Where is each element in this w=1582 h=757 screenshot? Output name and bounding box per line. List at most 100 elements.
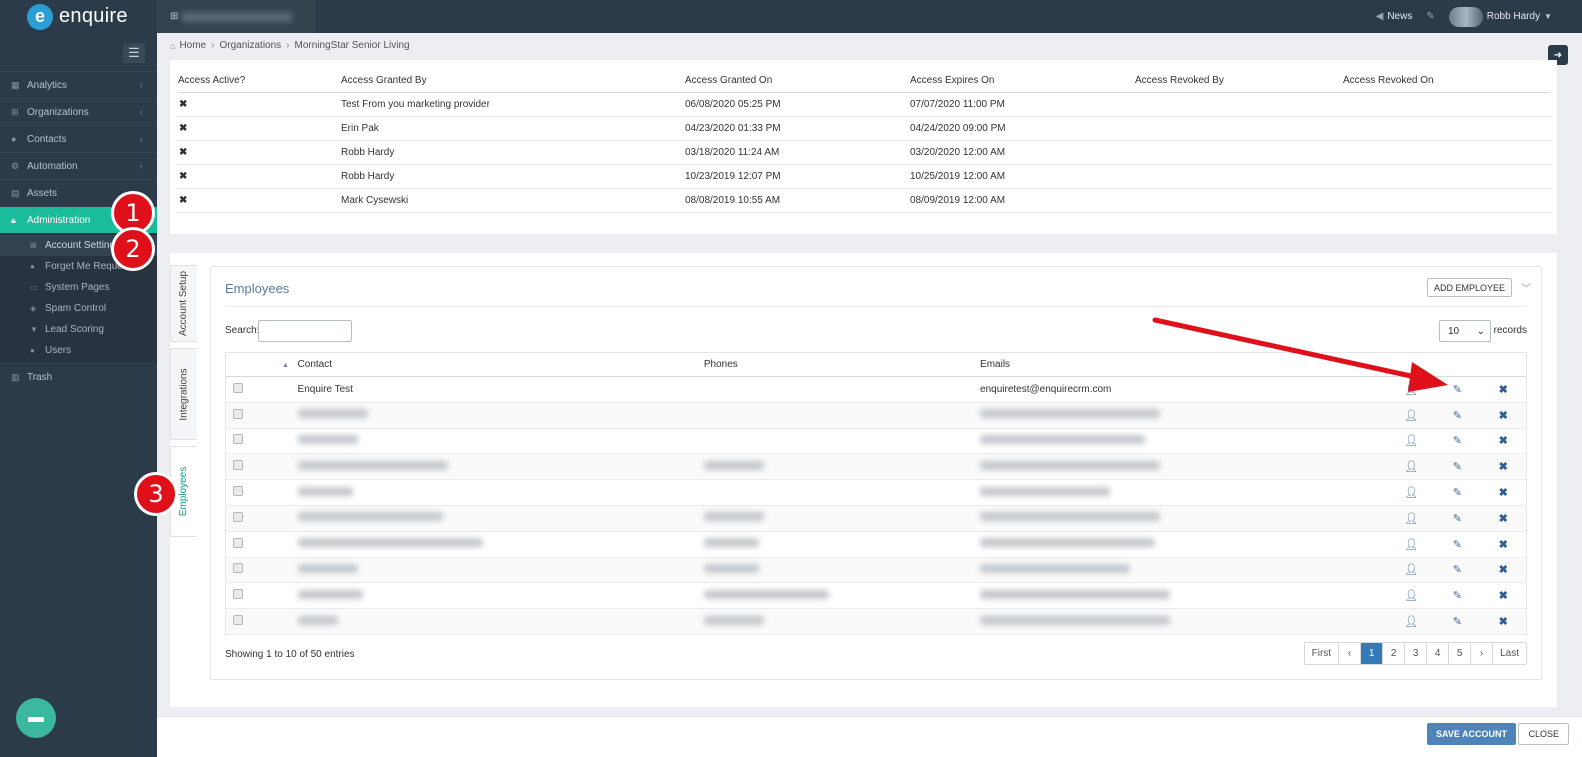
- search-input[interactable]: [258, 320, 352, 342]
- user-icon[interactable]: 👤︎: [1404, 461, 1418, 473]
- user-plus-icon[interactable]: 👤︎: [1404, 590, 1418, 602]
- close-icon[interactable]: ✖: [1499, 539, 1508, 551]
- row-checkbox[interactable]: [233, 486, 243, 497]
- col-contact[interactable]: Contact: [297, 352, 704, 377]
- sidebar-item-analytics[interactable]: ▦ Analytics ‹: [0, 71, 157, 98]
- page-length-select[interactable]: 10 ⌄: [1439, 320, 1491, 342]
- inactive-x-icon: ✖: [178, 164, 341, 189]
- user-icon[interactable]: 👤︎: [1404, 487, 1418, 499]
- row-checkbox[interactable]: [233, 460, 243, 471]
- inactive-x-icon: ✖: [178, 188, 341, 213]
- sidebar-item-organizations[interactable]: ⊞ Organizations ‹: [0, 98, 157, 125]
- revoked-by: [1135, 92, 1343, 117]
- pencil-icon[interactable]: ✎: [1453, 435, 1462, 447]
- close-icon[interactable]: ✖: [1499, 564, 1508, 576]
- close-icon[interactable]: ✖: [1499, 487, 1508, 499]
- email-redacted: [980, 479, 1389, 506]
- breadcrumb-organizations[interactable]: Organizations: [219, 40, 281, 51]
- user-plus-icon[interactable]: 👤︎: [1404, 564, 1418, 576]
- action-cell: 👤︎: [1388, 376, 1435, 403]
- page-1[interactable]: 1: [1360, 643, 1383, 664]
- tab-account-setup[interactable]: Account Setup: [170, 265, 197, 342]
- row-checkbox-cell: [225, 531, 298, 558]
- row-checkbox[interactable]: [233, 563, 243, 574]
- page-5[interactable]: 5: [1448, 643, 1471, 664]
- col-emails[interactable]: Emails: [980, 352, 1389, 377]
- page-prev[interactable]: ‹: [1338, 643, 1361, 664]
- user-plus-icon[interactable]: 👤︎: [1404, 539, 1418, 551]
- pencil-icon[interactable]: ✎: [1453, 384, 1462, 396]
- avatar[interactable]: [1448, 6, 1483, 27]
- table-row: 👤︎ ✎ ✖: [225, 505, 1527, 532]
- pencil-icon[interactable]: ✎: [1453, 616, 1462, 628]
- breadcrumb-home[interactable]: Home: [179, 40, 206, 51]
- revoked-by: [1135, 188, 1343, 213]
- chat-icon[interactable]: ▬: [16, 698, 56, 738]
- col-phones[interactable]: Phones: [703, 352, 981, 377]
- tab-integrations[interactable]: Integrations: [170, 348, 197, 440]
- phones: [703, 479, 981, 506]
- pencil-icon[interactable]: ✎: [1453, 513, 1462, 525]
- user-plus-icon[interactable]: 👤︎: [1404, 616, 1418, 628]
- wrench-icon[interactable]: ✎: [1426, 11, 1434, 22]
- inactive-x-icon: ✖: [178, 116, 341, 141]
- row-checkbox[interactable]: [233, 537, 243, 548]
- user-plus-icon[interactable]: 👤︎: [1404, 513, 1418, 525]
- row-checkbox[interactable]: [233, 408, 243, 419]
- row-checkbox-cell: [225, 376, 298, 403]
- subnav-item-system-pages[interactable]: ▭ System Pages: [0, 277, 157, 298]
- logo[interactable]: e enquire: [0, 0, 157, 33]
- subnav-item-spam-control[interactable]: ◈ Spam Control: [0, 298, 157, 319]
- sidebar-item-label: Administration: [27, 214, 91, 226]
- page-3[interactable]: 3: [1404, 643, 1427, 664]
- chevron-down-icon[interactable]: ▼: [1544, 12, 1552, 21]
- pencil-icon[interactable]: ✎: [1453, 410, 1462, 422]
- redacted-text: [980, 615, 1171, 625]
- page-4[interactable]: 4: [1426, 643, 1449, 664]
- subnav-item-lead-scoring[interactable]: ▼ Lead Scoring: [0, 319, 157, 340]
- org-selector[interactable]: ⊞: [157, 0, 315, 33]
- close-icon[interactable]: ✖: [1499, 384, 1508, 396]
- row-checkbox[interactable]: [233, 589, 243, 600]
- close-icon[interactable]: ✖: [1499, 616, 1508, 628]
- user-plus-icon[interactable]: 👤︎: [1404, 384, 1418, 396]
- row-checkbox[interactable]: [233, 434, 243, 445]
- pencil-icon[interactable]: ✎: [1453, 539, 1462, 551]
- close-icon[interactable]: ✖: [1499, 513, 1508, 525]
- row-checkbox[interactable]: [233, 382, 243, 393]
- page-next[interactable]: ›: [1470, 643, 1493, 664]
- close-button[interactable]: CLOSE: [1518, 723, 1569, 745]
- close-icon[interactable]: ✖: [1499, 410, 1508, 422]
- col-select[interactable]: ▲: [225, 352, 298, 377]
- sidebar-item-contacts[interactable]: ● Contacts ‹: [0, 125, 157, 152]
- annotation-badge-3: 3: [135, 473, 177, 515]
- action-cell: 👤︎: [1388, 557, 1435, 584]
- close-icon[interactable]: ✖: [1499, 461, 1508, 473]
- close-icon[interactable]: ✖: [1499, 435, 1508, 447]
- action-cell: 👤︎: [1388, 608, 1435, 635]
- chevron-down-icon[interactable]: ﹀: [1521, 280, 1531, 295]
- row-checkbox[interactable]: [233, 615, 243, 626]
- pencil-icon[interactable]: ✎: [1453, 487, 1462, 499]
- pencil-icon[interactable]: ✎: [1453, 461, 1462, 473]
- user-name[interactable]: Robb Hardy: [1487, 11, 1540, 22]
- save-account-button[interactable]: SAVE ACCOUNT: [1426, 723, 1516, 745]
- close-icon[interactable]: ✖: [1499, 590, 1508, 602]
- add-employee-button[interactable]: ADD EMPLOYEE: [1426, 278, 1512, 297]
- page-last[interactable]: Last: [1492, 643, 1526, 664]
- user-icon[interactable]: 👤︎: [1404, 410, 1418, 422]
- hamburger-icon[interactable]: ☰: [123, 43, 145, 63]
- subnav-item-users[interactable]: ● Users: [0, 340, 157, 361]
- pencil-icon[interactable]: ✎: [1453, 564, 1462, 576]
- news-link[interactable]: ◀ News: [1376, 11, 1413, 22]
- page-first[interactable]: First: [1304, 643, 1339, 664]
- page-2[interactable]: 2: [1382, 643, 1405, 664]
- sidebar-item-automation[interactable]: ⚙ Automation ‹: [0, 152, 157, 179]
- user-plus-icon[interactable]: 👤︎: [1404, 435, 1418, 447]
- row-checkbox[interactable]: [233, 511, 243, 522]
- table-row: ✖ Erin Pak 04/23/2020 01:33 PM 04/24/202…: [178, 116, 1550, 141]
- sort-asc-icon[interactable]: ▲: [282, 362, 289, 369]
- granted-on: 06/08/2020 05:25 PM: [685, 92, 910, 117]
- sidebar-item-trash[interactable]: ▥ Trash: [0, 363, 157, 390]
- pencil-icon[interactable]: ✎: [1453, 590, 1462, 602]
